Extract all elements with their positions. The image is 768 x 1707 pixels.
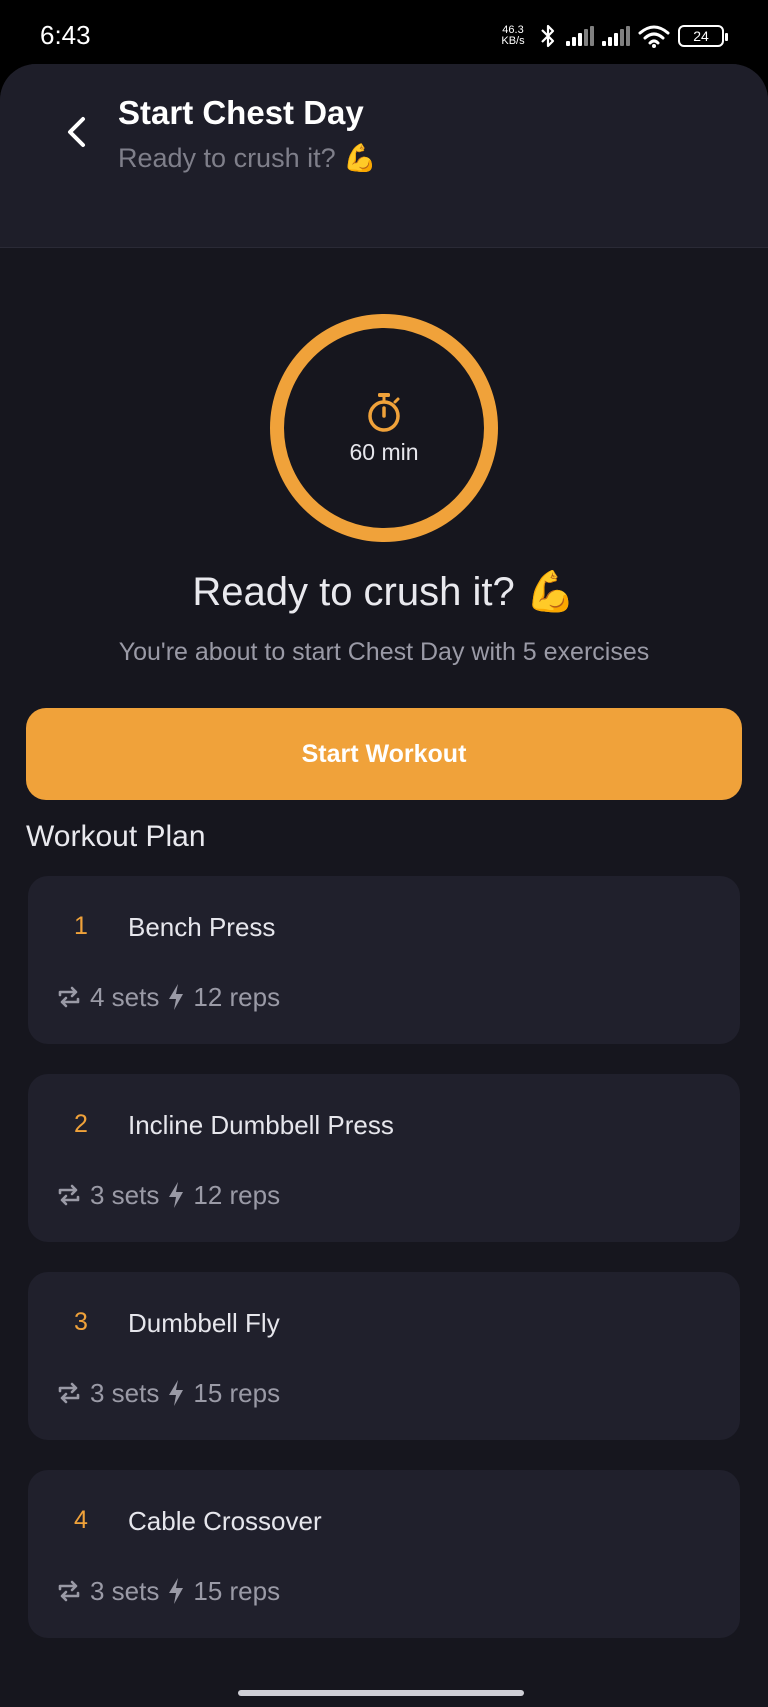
lightning-icon bbox=[167, 1577, 185, 1605]
exercise-reps: 15 reps bbox=[193, 1575, 281, 1606]
exercise-name: Incline Dumbbell Press bbox=[128, 1110, 394, 1140]
exercise-reps: 15 reps bbox=[193, 1377, 281, 1408]
status-time: 6:43 bbox=[40, 20, 91, 50]
exercise-card[interactable]: 4 Cable Crossover 3 sets 15 reps bbox=[28, 1470, 740, 1638]
page-subtitle: Ready to crush it? 💪 bbox=[118, 143, 377, 173]
app-screen: Start Chest Day Ready to crush it? 💪 60 … bbox=[0, 64, 768, 1707]
network-speed: 46.3 KB/s bbox=[496, 25, 530, 47]
ready-headline: Ready to crush it? 💪 bbox=[192, 570, 576, 614]
exercise-sets: 3 sets bbox=[90, 1179, 160, 1210]
start-workout-button[interactable]: Start Workout bbox=[26, 708, 742, 800]
exercise-number: 4 bbox=[74, 1506, 88, 1534]
exercise-number: 1 bbox=[74, 912, 88, 940]
bluetooth-icon bbox=[541, 24, 555, 48]
network-speed-unit: KB/s bbox=[501, 35, 525, 47]
exercise-card[interactable]: 1 Bench Press 4 sets 12 reps bbox=[28, 876, 740, 1044]
timer-ring: 60 min bbox=[270, 314, 498, 542]
exercise-number: 3 bbox=[74, 1308, 88, 1336]
exercise-card[interactable]: 2 Incline Dumbbell Press 3 sets 12 reps bbox=[28, 1074, 740, 1242]
back-arrow-icon bbox=[68, 117, 85, 147]
exercise-meta: 4 sets 12 reps bbox=[56, 982, 280, 1012]
signal-icon bbox=[602, 26, 630, 46]
exercise-meta: 3 sets 15 reps bbox=[56, 1576, 280, 1606]
battery-icon: 24 bbox=[678, 25, 728, 47]
repeat-icon bbox=[56, 1578, 82, 1604]
wifi-icon bbox=[638, 25, 670, 48]
workout-plan-title: Workout Plan bbox=[26, 820, 206, 853]
exercise-name: Dumbbell Fly bbox=[128, 1308, 280, 1338]
status-bar: 6:43 46.3 KB/s 24 bbox=[0, 0, 768, 70]
scroll-clip: 4 Cable Crossover 3 sets 15 reps bbox=[0, 1460, 768, 1660]
back-button[interactable] bbox=[56, 108, 96, 156]
exercise-meta: 3 sets 12 reps bbox=[56, 1180, 280, 1210]
exercise-card[interactable]: 3 Dumbbell Fly 3 sets 15 reps bbox=[28, 1272, 740, 1440]
repeat-icon bbox=[56, 1380, 82, 1406]
lightning-icon bbox=[167, 983, 185, 1011]
duration-label: 60 min bbox=[349, 438, 419, 465]
exercise-sets: 3 sets bbox=[90, 1575, 160, 1606]
repeat-icon bbox=[56, 984, 82, 1010]
repeat-icon bbox=[56, 1182, 82, 1208]
exercise-name: Bench Press bbox=[128, 912, 276, 942]
exercise-name: Cable Crossover bbox=[128, 1506, 322, 1536]
workout-description: You're about to start Chest Day with 5 e… bbox=[118, 638, 650, 666]
signal-icon bbox=[566, 26, 594, 46]
exercise-reps: 12 reps bbox=[193, 981, 281, 1012]
stopwatch-icon bbox=[368, 392, 400, 432]
page-title: Start Chest Day bbox=[118, 94, 364, 131]
exercise-sets: 4 sets bbox=[90, 981, 160, 1012]
lightning-icon bbox=[167, 1181, 185, 1209]
battery-level: 24 bbox=[693, 28, 709, 44]
exercise-meta: 3 sets 15 reps bbox=[56, 1378, 280, 1408]
exercise-reps: 12 reps bbox=[193, 1179, 281, 1210]
exercise-number: 2 bbox=[74, 1110, 88, 1138]
header: Start Chest Day Ready to crush it? 💪 bbox=[0, 64, 768, 248]
status-icons: 46.3 KB/s 24 bbox=[496, 20, 728, 52]
home-indicator[interactable] bbox=[238, 1690, 524, 1696]
exercise-sets: 3 sets bbox=[90, 1377, 160, 1408]
lightning-icon bbox=[167, 1379, 185, 1407]
